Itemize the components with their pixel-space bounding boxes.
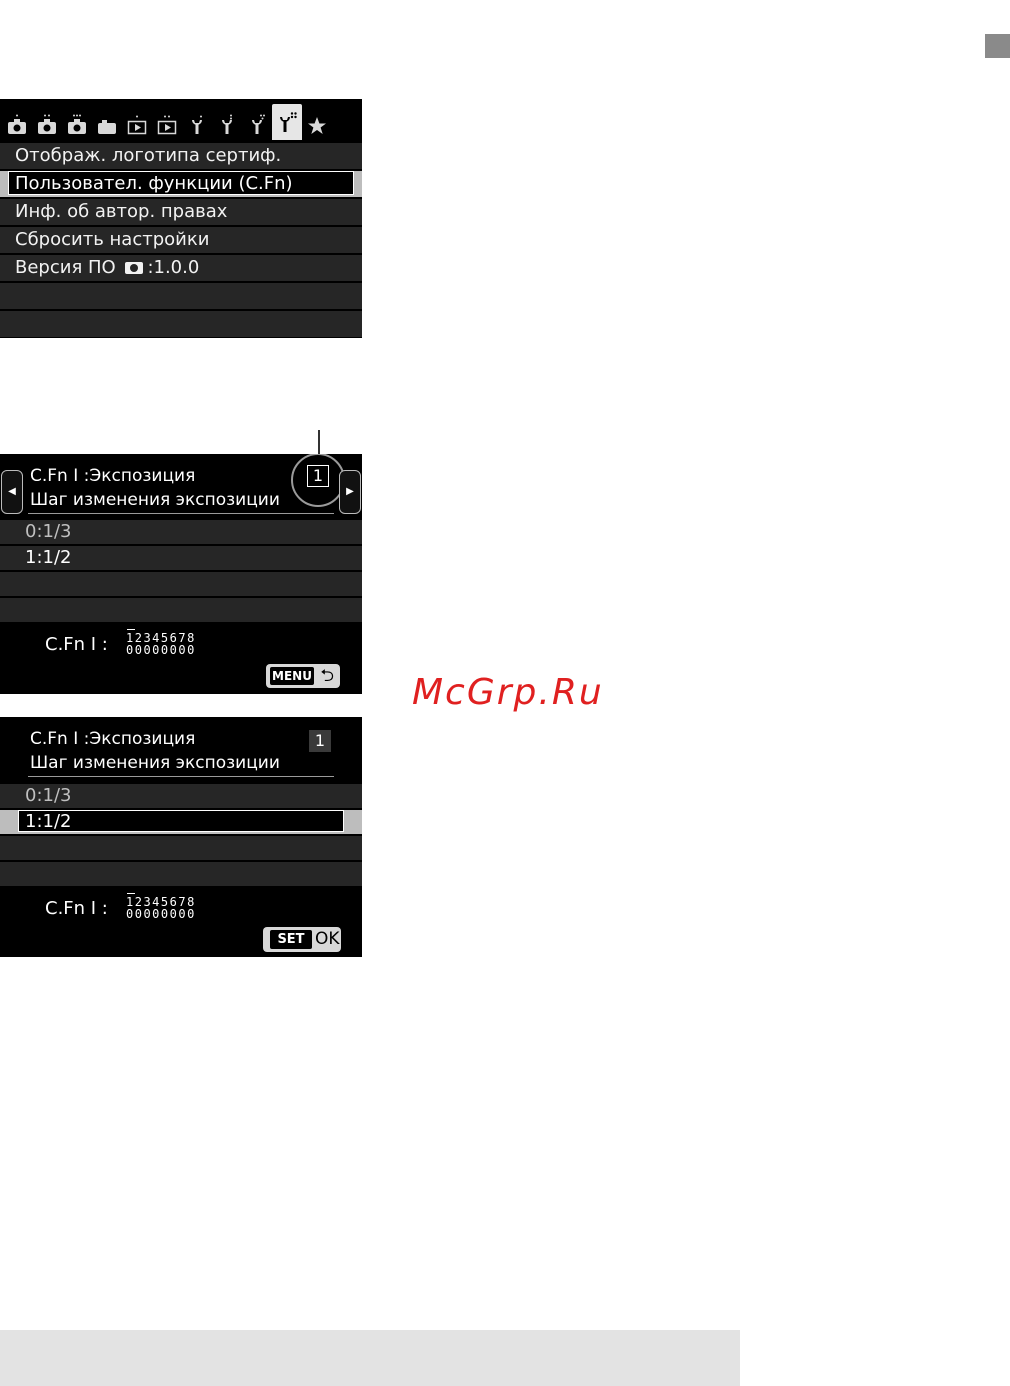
menu-item-reset-settings[interactable]: Сбросить настройки: [0, 227, 362, 255]
menu-item-copyright-info[interactable]: Инф. об автор. правах: [0, 199, 362, 227]
cfn-footer-label: C.Fn Ⅰ :: [45, 898, 108, 919]
option-row[interactable]: 0:1/3: [0, 520, 362, 546]
menu-return-button[interactable]: MENU ⮌: [266, 664, 340, 688]
shooting-4-icon[interactable]: [96, 114, 118, 136]
cfn-group-title: C.Fn Ⅰ :Экспозиция: [30, 466, 196, 486]
cfn-function-name: Шаг изменения экспозиции: [30, 753, 280, 773]
playback-1-icon[interactable]: [126, 114, 148, 136]
firmware-version-value: :1.0.0: [147, 257, 200, 278]
menu-tab-bar: [0, 99, 362, 140]
shooting-2-icon[interactable]: [36, 114, 58, 136]
menu-button-label: MENU: [270, 667, 314, 685]
menu-item-cert-logo[interactable]: Отображ. логотипа сертиф.: [0, 143, 362, 171]
nav-right-arrow[interactable]: ▶: [339, 470, 361, 514]
ok-label: OK: [315, 929, 340, 949]
title-divider: [28, 513, 334, 514]
cfn-function-values: 00000000: [126, 907, 196, 921]
setup-1-icon[interactable]: [186, 114, 208, 136]
current-function-marker: [127, 893, 135, 894]
setup-2-icon[interactable]: [216, 114, 238, 136]
camera-icon: [125, 262, 144, 274]
cfn-select-screen: C.Fn Ⅰ :Экспозиция Шаг изменения экспози…: [0, 717, 362, 957]
option-row-empty: [0, 862, 362, 888]
current-function-marker: [127, 629, 135, 630]
option-row-empty: [0, 572, 362, 598]
cfn-browse-screen: ◀ C.Fn Ⅰ :Экспозиция Шаг изменения экспо…: [0, 454, 362, 694]
nav-left-arrow[interactable]: ◀: [1, 470, 23, 514]
setup-3-icon[interactable]: [246, 114, 268, 136]
cfn-setting-digits: 12345678 00000000: [126, 629, 230, 657]
option-row-empty: [0, 598, 362, 624]
option-row-selected[interactable]: 1:1/2: [0, 810, 362, 836]
setup-menu-screen: Отображ. логотипа сертиф. Пользовател. ф…: [0, 99, 362, 338]
playback-2-icon[interactable]: [156, 114, 178, 136]
cfn-function-values: 00000000: [126, 643, 196, 657]
menu-item-custom-functions[interactable]: Пользовател. функции (C.Fn): [0, 171, 362, 199]
set-ok-button[interactable]: SET OK: [263, 927, 341, 952]
option-row-empty: [0, 836, 362, 862]
title-divider: [28, 776, 334, 777]
watermark: McGrp.Ru: [412, 672, 604, 713]
cfn-footer-label: C.Fn Ⅰ :: [45, 634, 108, 655]
option-row[interactable]: 0:1/3: [0, 784, 362, 810]
function-number-box: 1: [309, 730, 331, 752]
callout-circle: [291, 454, 345, 507]
cfn-group-title: C.Fn Ⅰ :Экспозиция: [30, 729, 196, 749]
return-icon: ⮌: [320, 666, 334, 686]
shooting-1-icon[interactable]: [6, 114, 28, 136]
callout-line: [318, 430, 320, 454]
cfn-setting-digits: 12345678 00000000: [126, 893, 230, 921]
page-corner-marker: [985, 34, 1010, 58]
cfn-function-name: Шаг изменения экспозиции: [30, 490, 280, 510]
page-footer-band: [0, 1330, 740, 1386]
my-menu-star-icon[interactable]: [306, 114, 328, 136]
shooting-3-icon[interactable]: [66, 114, 88, 136]
menu-item-firmware-version[interactable]: Версия ПО :1.0.0: [0, 255, 362, 283]
set-button-label: SET: [270, 930, 312, 949]
menu-item-empty: [0, 311, 362, 338]
firmware-label: Версия ПО: [15, 257, 116, 278]
menu-item-empty: [0, 283, 362, 311]
setup-4-icon[interactable]: [272, 104, 302, 140]
option-row[interactable]: 1:1/2: [0, 546, 362, 572]
